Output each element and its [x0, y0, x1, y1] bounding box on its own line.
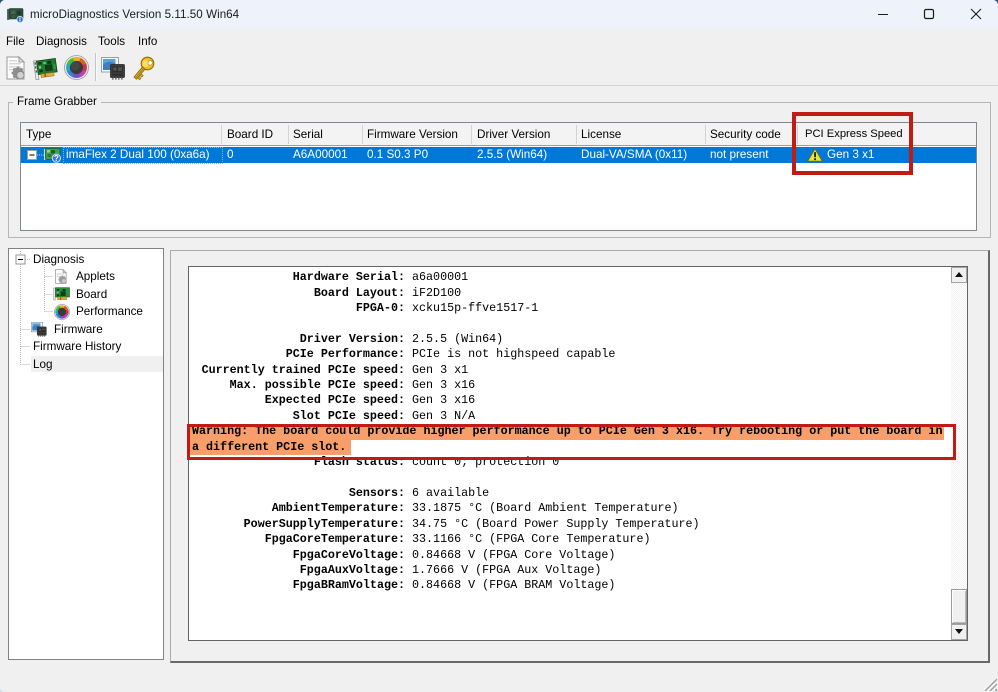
svg-text:?: ? [54, 154, 59, 163]
